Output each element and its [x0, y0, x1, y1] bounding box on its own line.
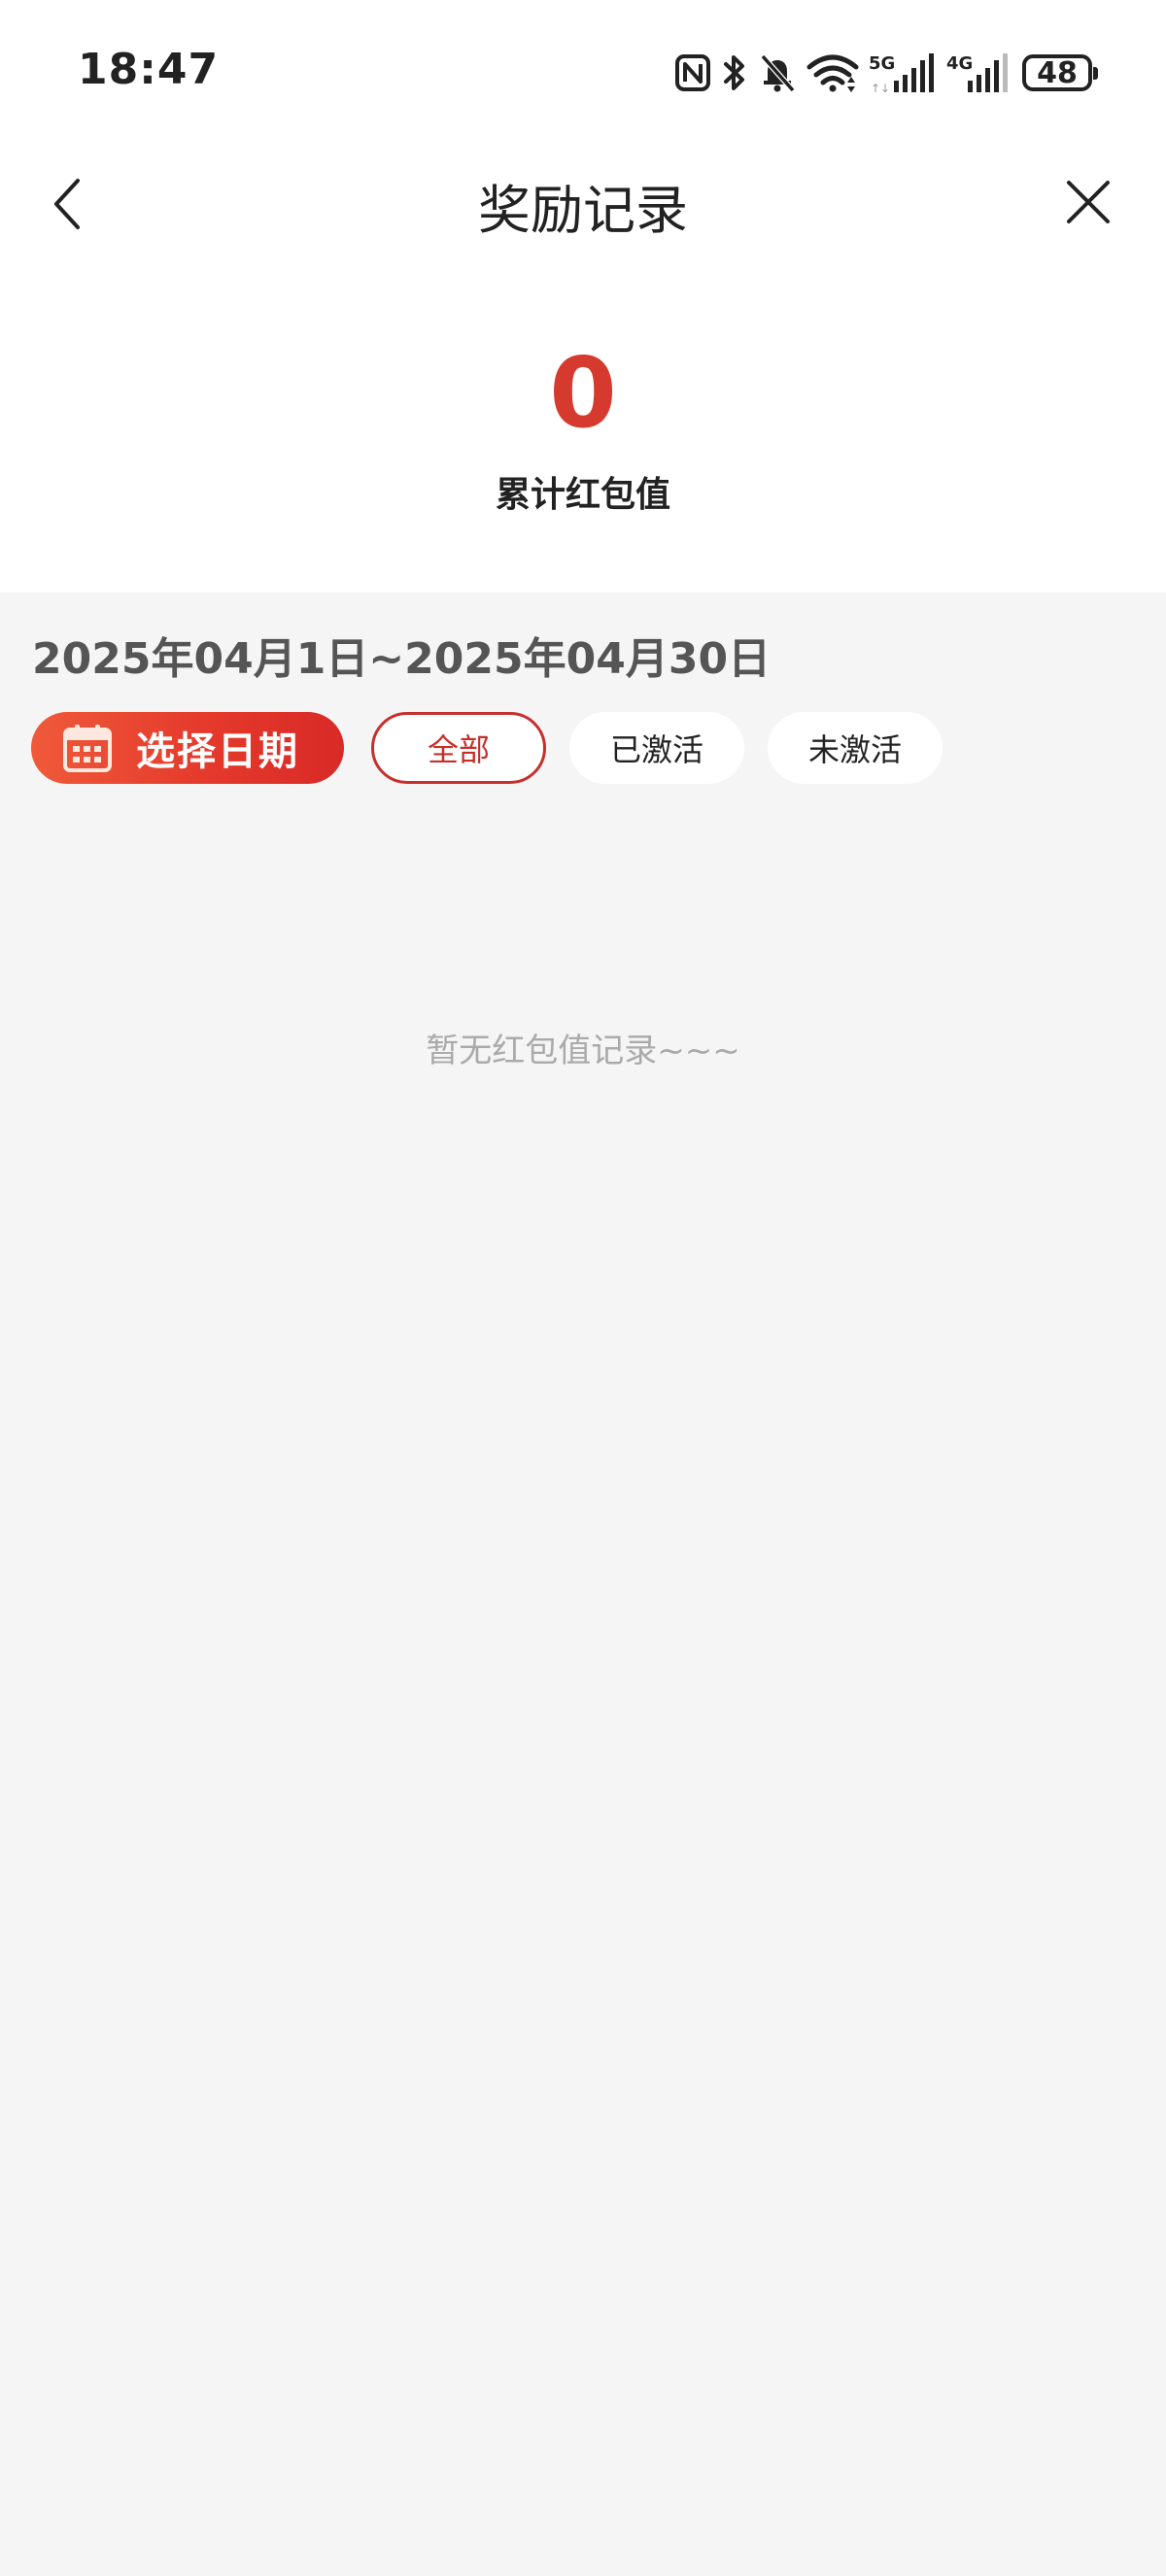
- wifi-icon: [806, 53, 859, 92]
- status-icons: 5G ↑↓ 4G 48: [674, 49, 1098, 97]
- select-date-button[interactable]: 选择日期: [31, 712, 344, 784]
- signal-5g-icon: 5G ↑↓: [869, 51, 937, 94]
- battery-icon: 48: [1022, 54, 1098, 91]
- signal-4g-icon: 4G: [946, 51, 1009, 94]
- select-date-label: 选择日期: [136, 729, 299, 774]
- filter-chip-all[interactable]: 全部: [371, 712, 546, 784]
- close-button[interactable]: [1057, 171, 1119, 233]
- bluetooth-icon: [721, 52, 748, 93]
- status-bar: 18:47 5G ↑↓ 4G 48: [0, 0, 1166, 146]
- page-title: 奖励记录: [478, 180, 688, 241]
- empty-state-text: 暂无红包值记录~~~: [426, 1032, 740, 1070]
- nfc-icon: [674, 53, 711, 92]
- network-4g-label: 4G: [946, 53, 973, 74]
- filter-chip-activated[interactable]: 已激活: [569, 712, 744, 784]
- mute-bell-icon: [758, 52, 797, 93]
- svg-text:↑↓: ↑↓: [871, 82, 890, 94]
- status-time: 18:47: [78, 45, 220, 94]
- total-red-packet-label: 累计红包值: [495, 475, 670, 515]
- calendar-icon: [62, 723, 113, 773]
- date-range-text: 2025年04月1日~2025年04月30日: [32, 634, 772, 684]
- filter-bar: 选择日期 全部 已激活 未激活: [31, 712, 966, 784]
- close-icon: [1067, 181, 1110, 223]
- network-5g-label: 5G: [869, 53, 895, 74]
- filter-chip-not-activated[interactable]: 未激活: [768, 712, 943, 784]
- total-red-packet-value: 0: [549, 336, 617, 450]
